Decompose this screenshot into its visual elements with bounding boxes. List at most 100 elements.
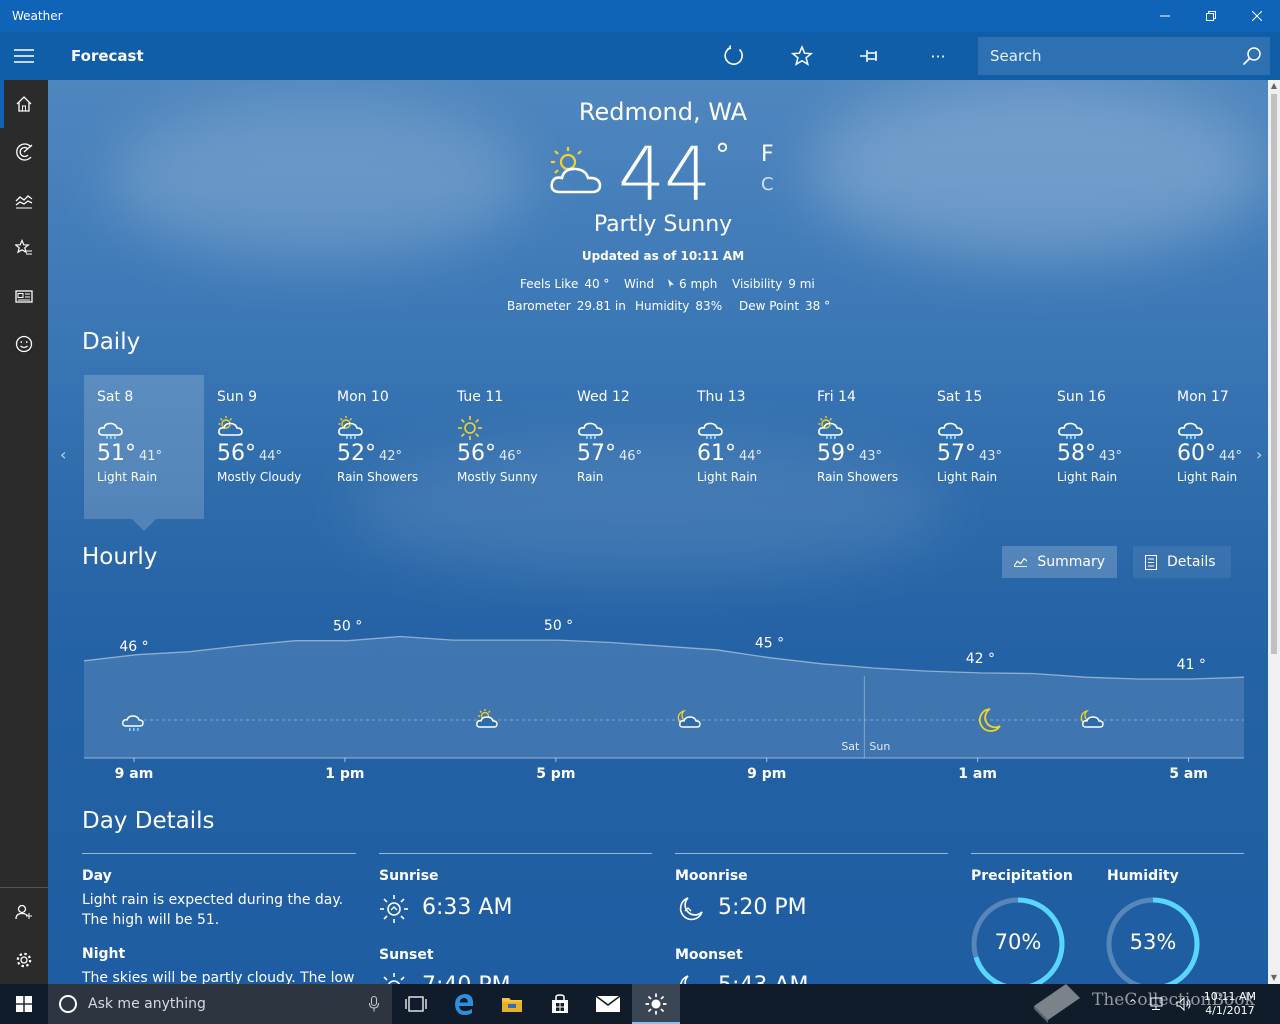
daily-forecast-card[interactable]: Sun 16 58° 43° Light Rain — [1044, 375, 1164, 519]
day-high: 52° — [337, 441, 376, 466]
daily-forecast-card[interactable]: Fri 14 59° 43° Rain Showers — [804, 375, 924, 519]
daily-forecast-card[interactable]: Mon 10 52° 42° Rain Showers — [324, 375, 444, 519]
stat-dew-point: Dew Point 38 ° — [739, 299, 830, 313]
sky-background — [808, 80, 1268, 260]
restore-button[interactable] — [1188, 0, 1234, 32]
taskbar-store[interactable] — [536, 984, 584, 1024]
watermark-text: TheCollectionBook — [1092, 990, 1255, 1010]
title-bar: Weather — [0, 0, 1280, 32]
minimize-button[interactable] — [1142, 0, 1188, 32]
day-high: 51° — [97, 441, 136, 466]
day-name: Tue 11 — [457, 389, 504, 405]
nav-historical-weather[interactable] — [0, 176, 48, 224]
stat-visibility: Visibility 9 mi — [732, 277, 815, 291]
restore-icon — [1206, 11, 1216, 21]
moonrise-heading: Moonrise — [675, 868, 748, 884]
time-label: 9 am — [114, 766, 154, 782]
daily-forecast-card[interactable]: Mon 17 60° 44° Light Rain — [1164, 375, 1268, 519]
more-button[interactable]: ··· — [904, 32, 972, 80]
rain-cloud-icon — [1178, 422, 1203, 439]
search-button[interactable] — [1234, 46, 1270, 66]
nav-settings[interactable] — [0, 936, 48, 984]
nav-news[interactable] — [0, 272, 48, 320]
updated-time: Updated as of 10:11 AM — [581, 249, 745, 263]
daily-forecast-card[interactable]: Sat 15 57° 43° Light Rain — [924, 375, 1044, 519]
menu-button[interactable] — [0, 32, 48, 80]
search-box[interactable] — [978, 37, 1270, 75]
nav-places[interactable] — [0, 224, 48, 272]
day-high: 58° — [1057, 441, 1096, 466]
hourly-temp-label: 42 ° — [966, 651, 995, 667]
day-condition: Rain Showers — [817, 470, 899, 484]
precipitation-gauge: 70% — [970, 896, 1066, 984]
nav-feedback[interactable] — [0, 320, 48, 368]
daily-forecast-card[interactable]: Wed 12 57° 46° Rain — [564, 375, 684, 519]
nav-maps[interactable] — [0, 128, 48, 176]
stat-value: 40 ° — [584, 277, 610, 291]
details-toggle[interactable]: Details — [1133, 546, 1231, 578]
chart-icon — [1014, 557, 1028, 568]
day-name: Wed 12 — [577, 389, 630, 405]
search-input[interactable] — [990, 47, 1234, 65]
folder-icon — [502, 998, 522, 1012]
day-low: 44° — [259, 449, 283, 464]
day-high: 57° — [577, 441, 616, 466]
day-condition: Light Rain — [1057, 470, 1118, 484]
taskbar-file-explorer[interactable] — [488, 984, 536, 1024]
close-button[interactable] — [1234, 0, 1280, 32]
stat-wind: Wind 6 mph — [624, 277, 717, 291]
daily-forecast-card[interactable]: Sat 8 51° 41° Light Rain — [84, 375, 204, 531]
day-label-sun: Sun — [869, 740, 890, 753]
daily-previous-button[interactable]: ‹ — [60, 445, 66, 464]
vertical-scrollbar[interactable]: ▲ ▼ — [1268, 80, 1280, 984]
hamburger-icon — [14, 49, 34, 63]
daily-forecast-card[interactable]: Sun 9 56° 44° Mostly Cloudy — [204, 375, 324, 519]
day-low: 46° — [619, 449, 643, 464]
start-button[interactable] — [0, 984, 48, 1024]
daily-forecast-card[interactable]: Thu 13 61° 44° Light Rain — [684, 375, 804, 519]
pin-icon — [860, 50, 877, 62]
sun-rain-icon — [818, 416, 843, 439]
summary-label: Summary — [1037, 554, 1105, 570]
scroll-down-arrow[interactable]: ▼ — [1268, 972, 1280, 984]
details-label: Details — [1167, 554, 1216, 570]
refresh-button[interactable] — [700, 32, 768, 80]
day-high: 61° — [697, 441, 736, 466]
daily-forecast-card[interactable]: Tue 11 56° 46° Mostly Sunny — [444, 375, 564, 519]
stat-label: Visibility — [732, 277, 783, 291]
microphone-button[interactable] — [356, 996, 392, 1012]
time-label: 1 am — [958, 766, 997, 782]
humidity-heading: Humidity — [1107, 868, 1179, 884]
moonset-heading: Moonset — [675, 947, 743, 963]
stat-value: 29.81 in — [576, 299, 626, 313]
unit-fahrenheit-toggle[interactable]: F — [761, 142, 774, 167]
stat-label: Dew Point — [739, 299, 800, 313]
night-summary-text: The skies will be partly cloudy. The low — [82, 970, 355, 984]
hourly-heading: Hourly — [82, 544, 158, 570]
scroll-up-arrow[interactable]: ▲ — [1268, 80, 1280, 92]
unit-celsius-toggle[interactable]: C — [761, 174, 774, 195]
day-name: Sun 16 — [1057, 389, 1106, 405]
summary-toggle[interactable]: Summary — [1002, 546, 1117, 578]
day-name: Mon 10 — [337, 389, 389, 405]
task-view-button[interactable] — [392, 984, 440, 1024]
sunset-icon — [383, 973, 405, 984]
pin-button[interactable] — [836, 32, 904, 80]
scrollbar-thumb[interactable] — [1271, 94, 1277, 654]
day-high: 57° — [937, 441, 976, 466]
stat-label: Barometer — [507, 299, 571, 313]
divider — [379, 853, 652, 854]
cortana-placeholder: Ask me anything — [88, 996, 206, 1012]
cortana-search-box[interactable]: Ask me anything — [48, 984, 392, 1024]
moonset-time: 5:43 AM — [718, 973, 808, 984]
mostly-cloudy-icon — [218, 416, 243, 436]
day-high: 59° — [817, 441, 856, 466]
taskbar-weather[interactable] — [632, 984, 680, 1024]
taskbar-edge[interactable] — [440, 984, 488, 1024]
day-name: Fri 14 — [817, 389, 856, 405]
nav-account[interactable] — [0, 888, 48, 936]
favorite-button[interactable] — [768, 32, 836, 80]
taskbar-mail[interactable] — [584, 984, 632, 1024]
nav-forecast[interactable] — [0, 80, 48, 128]
hourly-temp-label: 50 ° — [333, 619, 362, 635]
